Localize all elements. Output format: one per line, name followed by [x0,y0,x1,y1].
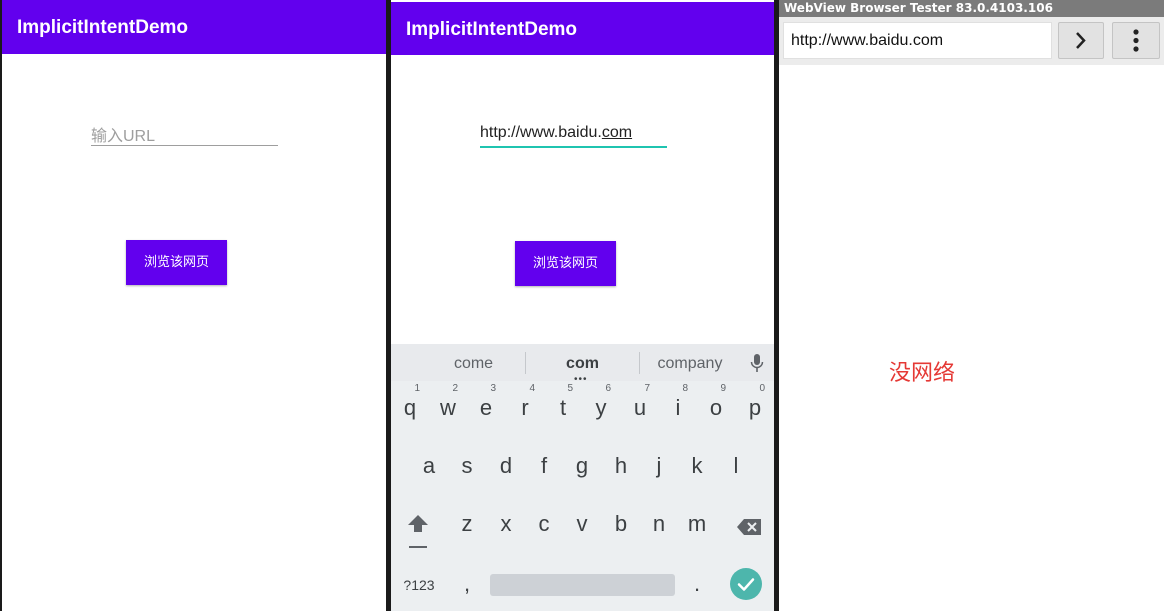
key-f[interactable]: f [525,439,563,489]
symbols-key[interactable]: ?123 [399,557,439,607]
url-input[interactable]: 输入URL [91,122,278,146]
key-hint: 8 [682,383,688,394]
key-b[interactable]: b [602,497,640,547]
app-screen-empty: ImplicitIntentDemo 输入URL 浏览该网页 [2,0,386,611]
mic-icon[interactable] [750,353,764,375]
key-u[interactable]: 7u [621,381,659,431]
url-bar[interactable]: http://www.baidu.com [783,22,1052,59]
key-k[interactable]: k [678,439,716,489]
browser-toolbar: http://www.baidu.com [779,17,1164,65]
url-input-composing-text: com [601,124,633,141]
key-t[interactable]: 5t [544,381,582,431]
key-label: e [479,395,493,420]
browse-button[interactable]: 浏览该网页 [515,241,616,286]
key-x[interactable]: x [487,497,525,547]
key-hint: 7 [644,383,650,394]
key-label: s [461,453,473,478]
key-label: j [656,453,662,478]
key-r[interactable]: 4r [506,381,544,431]
url-input[interactable]: http://www.baidu.com [480,124,667,148]
key-label: l [733,453,739,478]
url-input-placeholder: 输入URL [91,128,156,145]
url-input-text: http://www.baidu. [480,124,602,141]
suggestion-item[interactable]: company [640,344,740,381]
key-v[interactable]: v [563,497,601,547]
key-hint: 1 [414,383,420,394]
app-bar-title: ImplicitIntentDemo [2,0,386,54]
key-label: q [403,395,417,420]
key-label: , [463,571,471,596]
key-e[interactable]: 3e [467,381,505,431]
app-screen-typing: ImplicitIntentDemo http://www.baidu.com … [391,0,774,611]
key-hint: 5 [567,383,573,394]
key-j[interactable]: j [640,439,678,489]
key-label: k [691,453,703,478]
key-hint: 9 [720,383,726,394]
key-i[interactable]: 8i [659,381,697,431]
key-h[interactable]: h [602,439,640,489]
key-label: . [693,571,701,596]
soft-keyboard: come com ••• company 1q 2w 3e 4r 5t 6y 7… [391,344,774,611]
key-label: h [614,453,628,478]
key-label: p [748,395,762,420]
key-label: a [422,453,436,478]
go-button[interactable] [1058,22,1104,59]
key-label: i [675,395,681,420]
key-label: f [540,453,548,478]
key-label: b [614,511,628,536]
menu-button[interactable] [1112,22,1160,59]
key-c[interactable]: c [525,497,563,547]
app-bar-title: ImplicitIntentDemo [391,2,774,55]
key-l[interactable]: l [717,439,755,489]
suggestion-item[interactable]: come [421,344,526,381]
key-label: y [595,395,607,420]
key-label: d [499,453,513,478]
key-label: m [687,511,707,536]
key-label: v [576,511,588,536]
backspace-icon[interactable] [729,497,769,547]
key-q[interactable]: 1q [391,381,429,431]
key-a[interactable]: a [410,439,448,489]
suggestion-strip: come com ••• company [391,344,774,385]
key-label: t [559,395,567,420]
key-label: c [538,511,550,536]
key-label: n [652,511,666,536]
key-hint: 4 [529,383,535,394]
comma-key[interactable]: , [448,557,486,607]
key-d[interactable]: d [487,439,525,489]
key-z[interactable]: z [448,497,486,547]
key-w[interactable]: 2w [429,381,467,431]
key-label: g [575,453,589,478]
key-hint: 3 [490,383,496,394]
period-key[interactable]: . [678,557,716,607]
more-vert-icon [1133,29,1139,52]
key-label: w [440,395,456,420]
key-label: x [500,511,512,536]
key-n[interactable]: n [640,497,678,547]
key-hint: 2 [452,383,458,394]
key-hint: 0 [759,383,765,394]
key-o[interactable]: 9o [697,381,735,431]
window-title: WebView Browser Tester 83.0.4103.106 [779,0,1164,17]
key-g[interactable]: g [563,439,601,489]
key-label: r [521,395,529,420]
key-p[interactable]: 0p [736,381,774,431]
chevron-right-icon [1076,32,1086,49]
space-bar[interactable] [490,574,675,596]
check-icon [737,578,755,591]
key-label: z [461,511,473,536]
enter-key[interactable] [730,568,762,600]
key-m[interactable]: m [678,497,716,547]
browse-button[interactable]: 浏览该网页 [126,240,227,285]
key-label: u [633,395,647,420]
key-y[interactable]: 6y [582,381,620,431]
key-hint: 6 [605,383,611,394]
key-s[interactable]: s [448,439,486,489]
key-label: ?123 [403,577,435,593]
key-label: o [709,395,723,420]
shift-icon[interactable] [399,497,437,548]
no-network-message: 没网络 [889,361,956,386]
webview-browser: WebView Browser Tester 83.0.4103.106 htt… [779,0,1164,611]
